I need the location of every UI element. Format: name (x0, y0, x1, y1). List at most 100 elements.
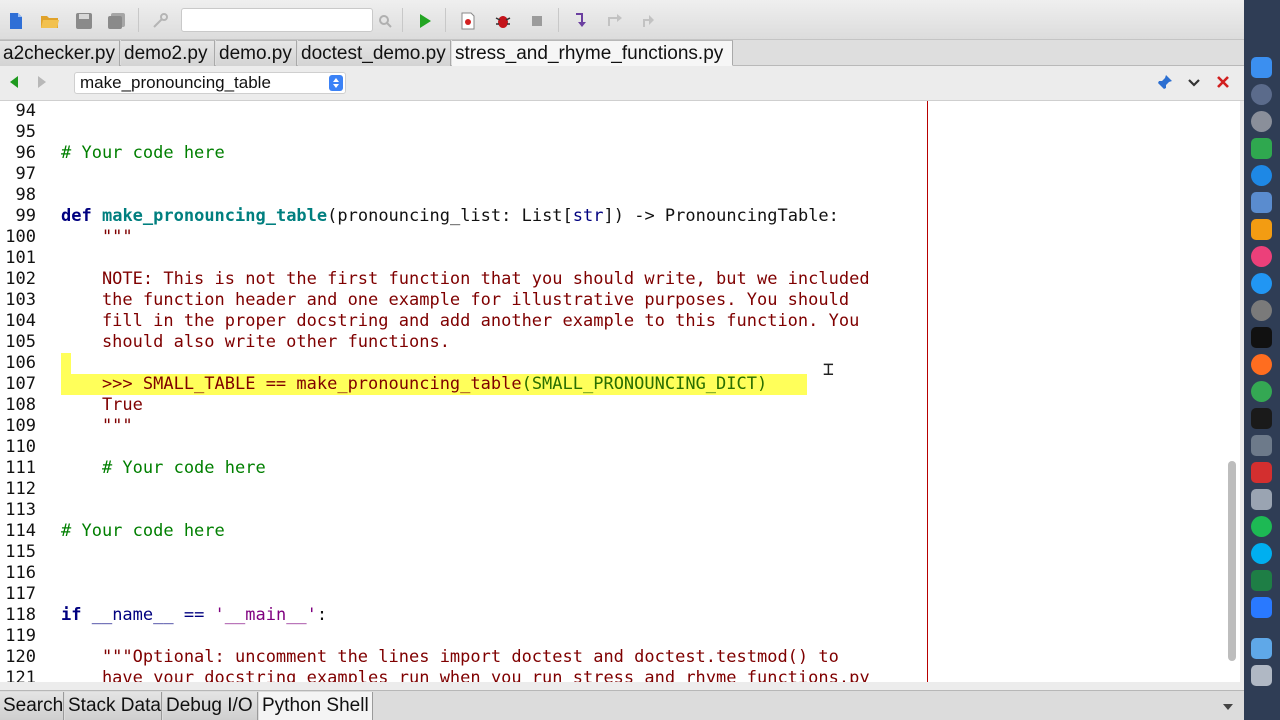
file-tab-stress-and-rhyme-functions[interactable]: stress_and_rhyme_functions.py (452, 40, 733, 66)
launchpad-icon[interactable] (1251, 111, 1272, 132)
finder-icon[interactable] (1251, 57, 1272, 78)
close-icon[interactable] (1215, 74, 1231, 95)
line-number: 98 (15, 185, 36, 205)
tab-stack-data[interactable]: Stack Data (65, 692, 162, 720)
code-line-102: NOTE: This is not the first function tha… (61, 269, 870, 289)
stop-icon[interactable] (526, 10, 548, 32)
safari-icon[interactable] (1251, 165, 1272, 186)
open-folder-icon[interactable] (39, 10, 61, 32)
step-into-icon[interactable] (570, 10, 592, 32)
signature-part: (pronouncing_list: List[ (327, 206, 573, 226)
siri-icon[interactable] (1251, 84, 1272, 105)
line-number: 118 (5, 605, 36, 625)
file-tab-doctest-demo[interactable]: doctest_demo.py (298, 40, 451, 66)
skype-icon[interactable] (1251, 543, 1272, 564)
highlight-margin-marker (61, 353, 71, 374)
downloads-folder-icon[interactable] (1251, 638, 1272, 659)
run-icon[interactable] (414, 10, 436, 32)
system-preferences-icon[interactable] (1251, 300, 1272, 321)
s-app-icon[interactable] (1251, 597, 1272, 618)
search-tool-icon[interactable] (150, 10, 172, 32)
step-out-icon[interactable] (638, 10, 660, 32)
line-number: 103 (5, 290, 36, 310)
bottom-tab-label: Stack Data (68, 695, 161, 716)
chrome-icon[interactable] (1251, 381, 1272, 402)
function-name: make_pronouncing_table (101, 206, 328, 226)
file-tab-demo[interactable]: demo.py (216, 40, 297, 66)
preview-icon[interactable] (1251, 192, 1272, 213)
code-line-107: >>> SMALL_TABLE == make_pronouncing_tabl… (61, 374, 767, 395)
forward-arrow-icon[interactable] (36, 75, 48, 94)
save-all-icon[interactable] (106, 10, 128, 32)
macos-dock (1244, 0, 1280, 720)
bottom-tab-label: Python Shell (262, 695, 369, 716)
editor-scrollbar[interactable] (1228, 461, 1236, 661)
chevron-down-icon[interactable] (1187, 76, 1201, 94)
pin-icon[interactable] (1157, 74, 1173, 95)
toolbar-separator (138, 8, 139, 32)
code-line-118: if __name__ == '__main__': (61, 605, 327, 626)
app-store-icon[interactable] (1251, 273, 1272, 294)
toolbar-search-input[interactable] (181, 8, 373, 32)
bottom-tab-label: Debug I/O (166, 695, 253, 716)
tab-search[interactable]: Search (0, 692, 64, 720)
dunder-name: __name__ == (81, 605, 215, 625)
back-arrow-icon[interactable] (8, 75, 20, 94)
code-line-121: have your docstring examples run when yo… (61, 668, 870, 682)
line-number: 109 (5, 416, 36, 436)
line-number: 105 (5, 332, 36, 352)
screenshot-icon[interactable] (1251, 489, 1272, 510)
new-file-icon[interactable] (5, 10, 27, 32)
code-line-104: fill in the proper docstring and add ano… (61, 311, 860, 331)
excel-icon[interactable] (1251, 570, 1272, 591)
line-number: 110 (5, 437, 36, 457)
line-number: 104 (5, 311, 36, 331)
breakpoint-icon[interactable] (457, 10, 479, 32)
line-number: 96 (15, 143, 36, 163)
step-over-icon[interactable] (604, 10, 626, 32)
line-number: 106 (5, 353, 36, 373)
line-number: 101 (5, 248, 36, 268)
line-number: 108 (5, 395, 36, 415)
edge-column-line (927, 101, 928, 682)
spotify-icon[interactable] (1251, 516, 1272, 537)
itunes-icon[interactable] (1251, 246, 1272, 267)
line-number: 99 (15, 206, 36, 226)
signature-part: ]) -> PronouncingTable: (603, 206, 839, 226)
file-tab-label: doctest_demo.py (301, 43, 446, 64)
line-number: 113 (5, 500, 36, 520)
books-icon[interactable] (1251, 219, 1272, 240)
file-tab-label: a2checker.py (3, 43, 115, 64)
dashboard-icon[interactable] (1251, 138, 1272, 159)
toolbar-separator (402, 8, 403, 32)
code-line-105: should also write other functions. (61, 332, 450, 352)
file-tab-demo2[interactable]: demo2.py (121, 40, 215, 66)
line-number: 121 (5, 668, 36, 682)
tab-debug-io[interactable]: Debug I/O (163, 692, 258, 720)
panel-menu-chevron-icon[interactable] (1222, 699, 1234, 717)
terminal-icon[interactable] (1251, 327, 1272, 348)
line-number: 119 (5, 626, 36, 646)
activity-monitor-icon[interactable] (1251, 408, 1272, 429)
file-tab-a2checker[interactable]: a2checker.py (0, 40, 120, 66)
colon: : (316, 605, 328, 625)
code-editor[interactable]: 94 95 96 97 98 99 100 101 102 103 104 10… (0, 101, 1240, 682)
code-line-108: True (61, 395, 143, 415)
script-editor-icon[interactable] (1251, 435, 1272, 456)
firefox-icon[interactable] (1251, 354, 1272, 375)
builtin-str: str (572, 206, 604, 226)
code-line-103: the function header and one example for … (61, 290, 850, 310)
keyword-def: def (61, 206, 92, 226)
save-icon[interactable] (73, 10, 95, 32)
magnifier-icon[interactable] (374, 10, 396, 32)
bottom-tab-label: Search (3, 695, 64, 716)
editor-nav-bar: make_pronouncing_table (0, 66, 1244, 101)
code-line-99: def make_pronouncing_table(pronouncing_l… (61, 206, 839, 227)
tab-python-shell[interactable]: Python Shell (259, 692, 373, 720)
function-select-value: make_pronouncing_table (80, 73, 271, 92)
trash-icon[interactable] (1251, 665, 1272, 686)
function-select[interactable]: make_pronouncing_table (74, 72, 346, 94)
line-number: 95 (15, 122, 36, 142)
acrobat-icon[interactable] (1251, 462, 1272, 483)
debug-icon[interactable] (492, 10, 514, 32)
